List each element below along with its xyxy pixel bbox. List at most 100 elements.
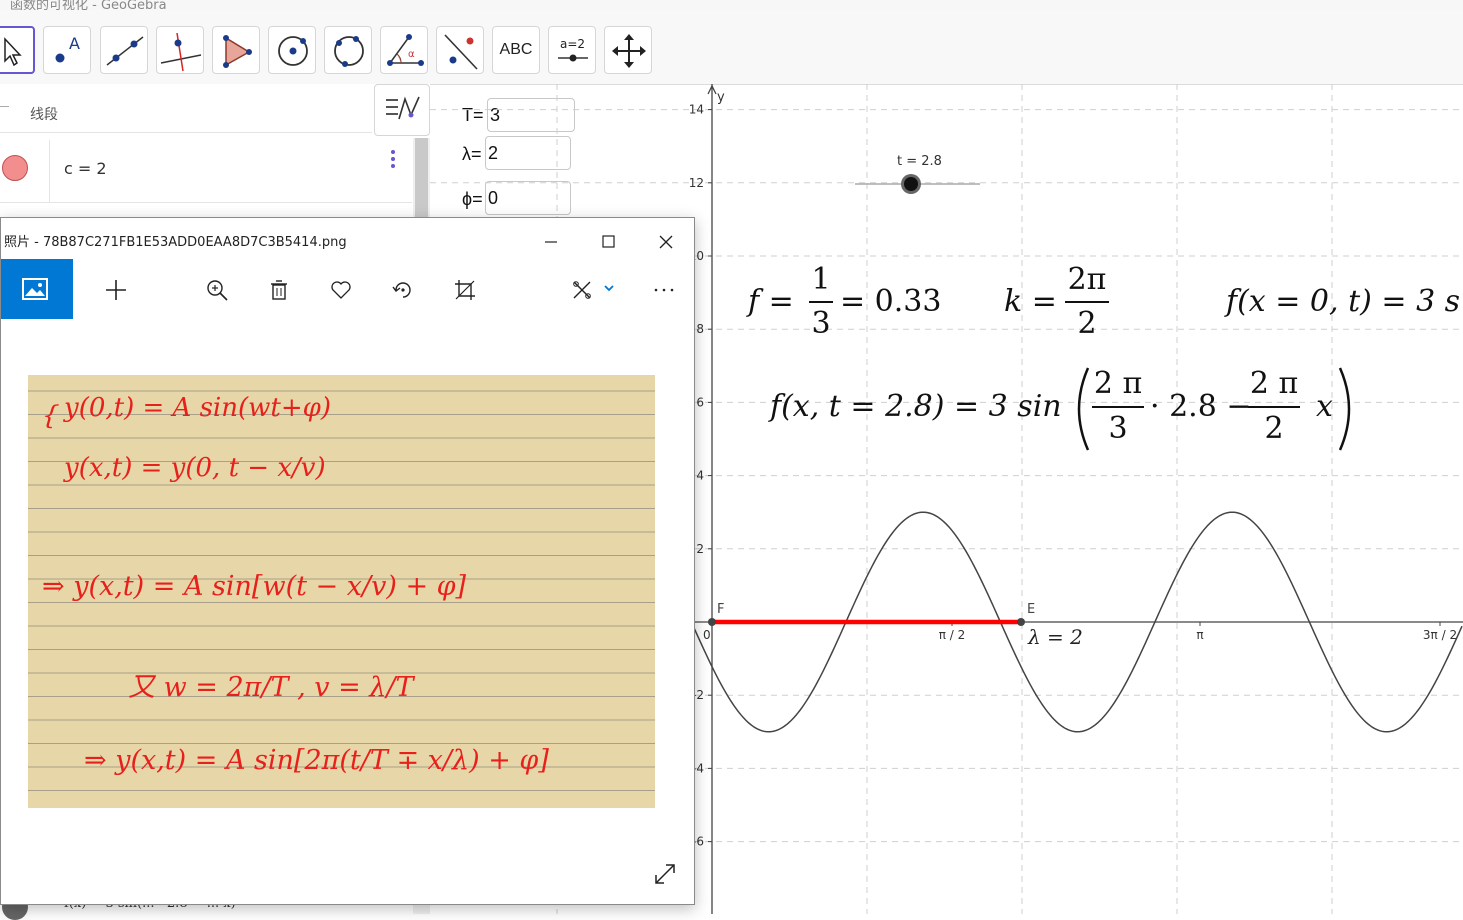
wave-tail: x bbox=[1316, 389, 1333, 424]
point-F[interactable] bbox=[708, 618, 716, 626]
window-title: 函数的可视化 - GeoGebra bbox=[10, 0, 167, 10]
more-icon[interactable] bbox=[651, 277, 677, 303]
formula-k-lhs: k = bbox=[1004, 284, 1057, 319]
formula-f-rhs: = 0.33 bbox=[840, 284, 942, 319]
rotate-icon[interactable] bbox=[390, 277, 416, 303]
formula-f-lhs: f = bbox=[748, 284, 794, 319]
move-graphics-tool-button[interactable] bbox=[604, 26, 652, 74]
polygon-icon bbox=[223, 35, 252, 68]
algebra-expression[interactable]: c = 2 bbox=[64, 159, 107, 178]
photos-title-bar[interactable]: 照片 - 78B87C271FB1E53ADD0EAA8D7C3B5414.pn… bbox=[1, 218, 694, 259]
y-tick-label: 12 bbox=[689, 176, 704, 190]
visibility-toggle[interactable] bbox=[2, 155, 28, 181]
add-icon[interactable] bbox=[103, 277, 129, 303]
formula-f0: f(x = 0, t) = 3 s bbox=[1226, 284, 1461, 319]
favorite-icon[interactable] bbox=[328, 277, 354, 303]
group-label: 线段 bbox=[30, 106, 58, 122]
text-icon: ABC bbox=[499, 41, 533, 58]
svg-text:a=2: a=2 bbox=[560, 37, 585, 51]
x-tick-label: 3π / 2 bbox=[1423, 628, 1457, 642]
more-options-icon[interactable] bbox=[386, 148, 400, 172]
expand-icon[interactable] bbox=[651, 860, 679, 888]
wave-formula: f(x, t = 2.8) = 3 sin 2 π 3 · 2.8 − 2 π … bbox=[770, 366, 1370, 456]
y-tick-label: 2 bbox=[696, 542, 704, 556]
point-E[interactable] bbox=[1017, 618, 1025, 626]
photos-title: 照片 - 78B87C271FB1E53ADD0EAA8D7C3B5414.pn… bbox=[4, 235, 347, 250]
wave-frac2-bar bbox=[1248, 406, 1300, 408]
point-tool-button[interactable]: A bbox=[43, 26, 91, 74]
view-image-button[interactable] bbox=[1, 259, 73, 319]
formula-k-bar bbox=[1065, 301, 1109, 303]
photos-window[interactable]: 照片 - 78B87C271FB1E53ADD0EAA8D7C3B5414.pn… bbox=[0, 217, 695, 905]
window-title-bar: 函数的可视化 - GeoGebra bbox=[0, 0, 1463, 10]
angle-tool-button[interactable]: α bbox=[380, 26, 428, 74]
y-tick-label: 4 bbox=[696, 469, 704, 483]
note-line-3: ⇒ y(x,t) = A sin[w(t − x/v) + φ] bbox=[42, 571, 467, 602]
edit-icon[interactable] bbox=[570, 277, 596, 303]
y-tick-label: 6 bbox=[696, 395, 704, 409]
circle-center-tool-button[interactable] bbox=[268, 26, 316, 74]
polygon-tool-button[interactable] bbox=[212, 26, 260, 74]
photos-toolbar bbox=[1, 259, 694, 319]
slider-icon: a=2 bbox=[558, 37, 588, 62]
y-tick-label: 14 bbox=[689, 103, 704, 117]
algebra-scroll-thumb[interactable] bbox=[415, 138, 428, 228]
delete-icon[interactable] bbox=[266, 277, 292, 303]
move-tool-button[interactable] bbox=[0, 26, 35, 74]
point-E-label: E bbox=[1027, 602, 1035, 617]
note-line-1: y(0,t) = A sin(wt+φ) bbox=[64, 393, 331, 423]
wave-formula-lhs: f(x, t = 2.8) = 3 sin bbox=[770, 389, 1062, 424]
close-icon[interactable] bbox=[654, 230, 678, 254]
note-line-5: ⇒ y(x,t) = A sin[2π(t/T ∓ x/λ) + φ] bbox=[84, 745, 549, 776]
maximize-icon[interactable] bbox=[597, 230, 621, 254]
handwritten-note-image: { y(0,t) = A sin(wt+φ) y(x,t) = y(0, t −… bbox=[28, 375, 655, 808]
wave-frac1-bar bbox=[1092, 406, 1144, 408]
zoom-in-icon[interactable] bbox=[204, 277, 230, 303]
algebra-view-icon bbox=[386, 96, 420, 120]
line-tool-button[interactable] bbox=[100, 26, 148, 74]
perpendicular-tool-button[interactable] bbox=[156, 26, 204, 74]
slider-tool-button[interactable]: a=2 bbox=[548, 26, 596, 74]
formula-k-num: 2π bbox=[1067, 262, 1107, 297]
right-paren bbox=[1338, 367, 1351, 451]
formula-f-den: 3 bbox=[811, 306, 831, 341]
lambda-label: λ = 2 bbox=[1027, 625, 1083, 649]
formula-f-bar bbox=[809, 301, 833, 303]
line-icon bbox=[106, 36, 144, 66]
x-tick-label: 0 bbox=[703, 628, 711, 642]
point-F-label: F bbox=[717, 602, 724, 617]
slider-handle[interactable] bbox=[904, 177, 918, 191]
note-line-2: y(x,t) = y(0, t − x/v) bbox=[64, 453, 326, 483]
formula-row: f = 1 3 = 0.33 k = 2π 2 f(x = 0, t) = 3 … bbox=[748, 262, 1460, 342]
row-divider bbox=[49, 140, 50, 202]
left-paren bbox=[1077, 367, 1090, 451]
svg-text:α: α bbox=[408, 49, 415, 60]
note-bracket: { bbox=[40, 401, 61, 431]
circle-three-points-icon bbox=[334, 36, 364, 67]
slider-label: t = 2.8 bbox=[897, 154, 942, 169]
circle-three-points-tool-button[interactable] bbox=[324, 26, 372, 74]
y-tick-label: 8 bbox=[696, 322, 704, 336]
formula-k-den: 2 bbox=[1077, 306, 1097, 341]
circle-center-point-icon bbox=[278, 36, 308, 66]
wave-frac1-den: 3 bbox=[1108, 411, 1128, 446]
note-text: { y(0,t) = A sin(wt+φ) y(x,t) = y(0, t −… bbox=[28, 375, 655, 808]
formula-f-num: 1 bbox=[811, 262, 831, 297]
wave-frac2-num: 2 π bbox=[1249, 366, 1299, 401]
algebra-group-header[interactable]: 线段 bbox=[0, 96, 372, 133]
move-graphics-icon bbox=[612, 34, 646, 68]
angle-icon: α bbox=[387, 34, 424, 66]
note-line-4: 又 w = 2π/T , v = λ/T bbox=[128, 672, 414, 703]
collapse-icon[interactable] bbox=[0, 106, 9, 121]
algebra-row[interactable]: c = 2 bbox=[0, 140, 412, 203]
text-tool-button[interactable]: ABC bbox=[492, 26, 540, 74]
crop-icon[interactable] bbox=[452, 277, 478, 303]
algebra-style-button[interactable] bbox=[374, 84, 430, 136]
x-tick-label: π bbox=[1196, 628, 1203, 642]
minimize-icon[interactable] bbox=[539, 230, 563, 254]
y-axis-label: y bbox=[717, 90, 725, 105]
chevron-down-icon[interactable] bbox=[602, 281, 616, 295]
svg-text:A: A bbox=[69, 34, 80, 53]
x-tick-label: π / 2 bbox=[939, 628, 966, 642]
reflect-tool-button[interactable] bbox=[436, 26, 484, 74]
